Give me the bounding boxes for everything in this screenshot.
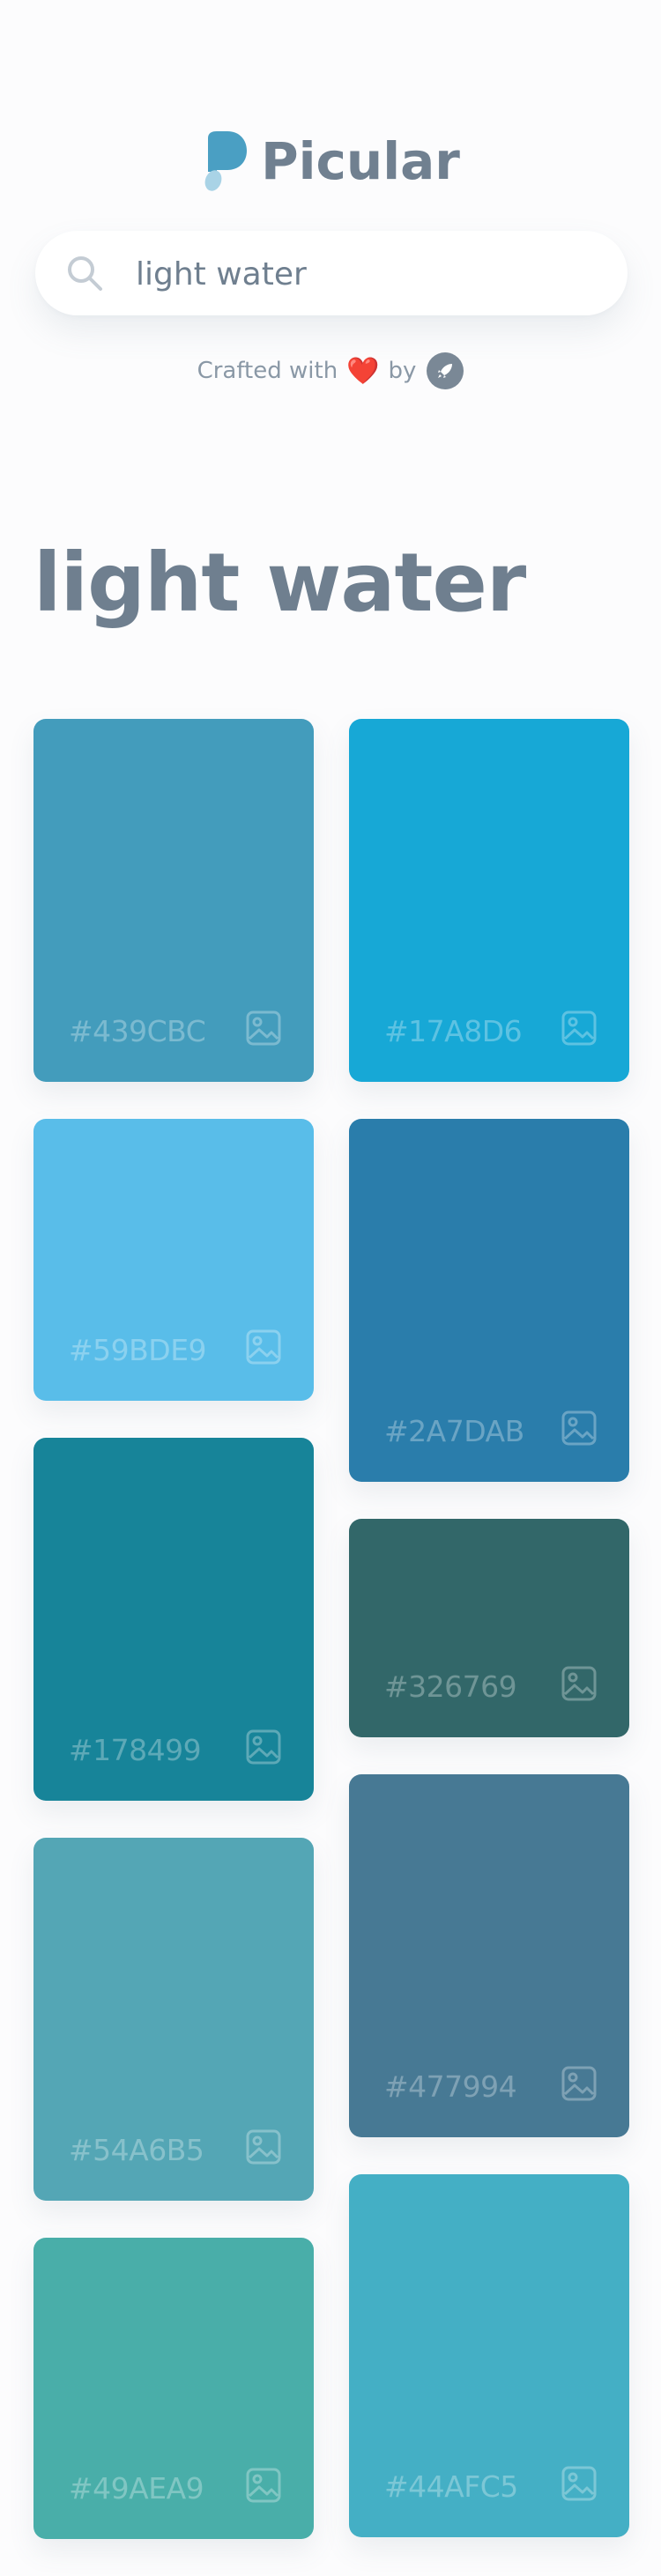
search-input[interactable]	[134, 247, 596, 301]
credit-by: by	[388, 358, 417, 384]
image-icon[interactable]	[245, 2128, 282, 2165]
color-card[interactable]: #477994	[349, 1774, 629, 2137]
image-icon[interactable]	[561, 2065, 598, 2102]
color-card[interactable]: #54A6B5	[33, 1838, 314, 2201]
logo[interactable]: Picular	[0, 122, 661, 201]
color-card[interactable]: #44AFC5	[349, 2174, 629, 2537]
picular-logo-icon	[204, 131, 248, 191]
color-hex-label[interactable]: #2A7DAB	[384, 1414, 524, 1448]
color-hex-label[interactable]: #326769	[384, 1669, 517, 1704]
rocket-icon[interactable]	[427, 352, 464, 389]
image-icon[interactable]	[245, 2467, 282, 2504]
color-card[interactable]: #59BDE9	[33, 1119, 314, 1401]
color-hex-label[interactable]: #54A6B5	[69, 2133, 204, 2167]
color-column-right: #17A8D6 #2A7DAB #326769 #477994 #44AFC5	[349, 719, 629, 2574]
color-card[interactable]: #178499	[33, 1438, 314, 1801]
color-card[interactable]: #17A8D6	[349, 719, 629, 1082]
search-icon	[68, 256, 102, 291]
heart-icon: ❤️	[346, 355, 380, 387]
color-card[interactable]: #326769	[349, 1519, 629, 1737]
color-card[interactable]: #2A7DAB	[349, 1119, 629, 1482]
color-card[interactable]: #439CBC	[33, 719, 314, 1082]
image-icon[interactable]	[561, 2465, 598, 2502]
color-column-left: #439CBC #59BDE9 #178499 #54A6B5 #49AEA9	[33, 719, 314, 2576]
color-hex-label[interactable]: #477994	[384, 2069, 517, 2104]
header: Picular Crafted with ❤️ by	[0, 0, 661, 414]
color-hex-label[interactable]: #17A8D6	[384, 1014, 523, 1048]
image-icon[interactable]	[245, 1329, 282, 1366]
image-icon[interactable]	[561, 1665, 598, 1702]
image-icon[interactable]	[561, 1010, 598, 1047]
image-icon[interactable]	[245, 1728, 282, 1765]
image-icon[interactable]	[561, 1410, 598, 1447]
credit-line: Crafted with ❤️ by	[0, 349, 661, 393]
color-hex-label[interactable]: #178499	[69, 1733, 202, 1767]
search-bar[interactable]	[35, 231, 628, 315]
brand-name: Picular	[261, 131, 460, 191]
color-card[interactable]: #49AEA9	[33, 2238, 314, 2539]
page-title: light water	[33, 536, 526, 630]
color-hex-label[interactable]: #439CBC	[69, 1014, 206, 1048]
credit-prefix: Crafted with	[197, 358, 338, 384]
color-hex-label[interactable]: #49AEA9	[69, 2471, 204, 2506]
image-icon[interactable]	[245, 1010, 282, 1047]
color-hex-label[interactable]: #44AFC5	[384, 2469, 518, 2504]
color-hex-label[interactable]: #59BDE9	[69, 1333, 207, 1367]
